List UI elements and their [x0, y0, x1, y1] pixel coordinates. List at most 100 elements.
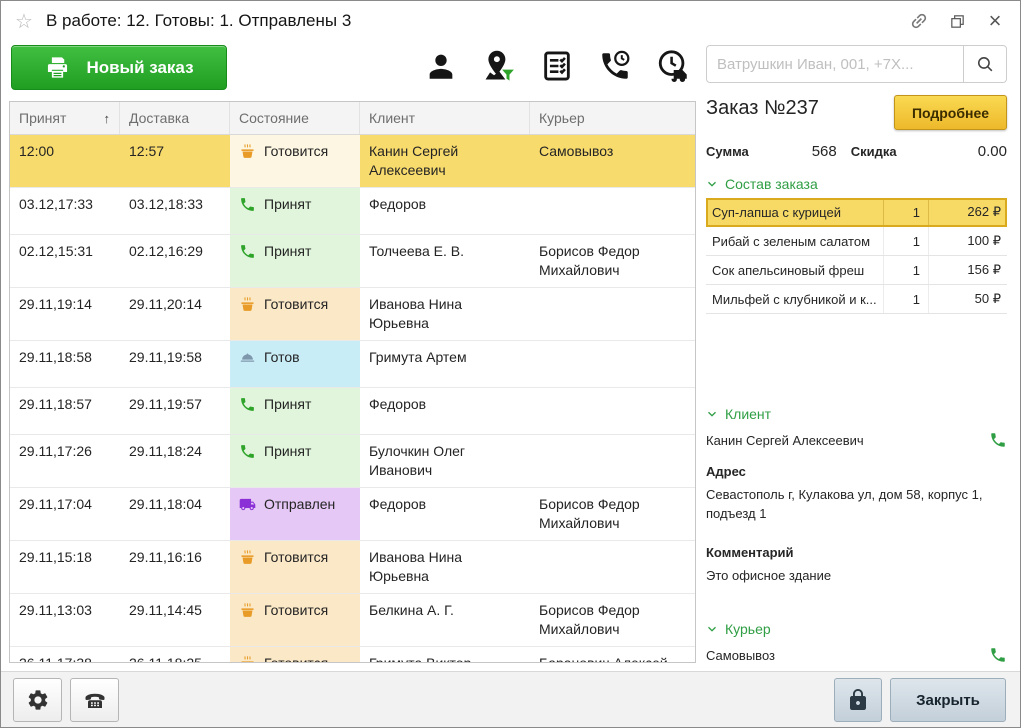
cell-delivery-time: 26.11,18:25 — [120, 647, 230, 663]
status-label: Готовится — [264, 142, 328, 161]
table-row[interactable]: 29.11,17:0429.11,18:04ОтправленФедоровБо… — [10, 488, 695, 541]
order-items-section-header[interactable]: Состав заказа — [706, 176, 1007, 192]
cell-status: Готовится — [230, 288, 360, 340]
cell-accepted-time: 29.11,15:18 — [10, 541, 120, 593]
window-controls: × — [908, 10, 1006, 32]
cell-courier: Борисов Федор Михайлович — [530, 488, 695, 540]
table-row[interactable]: 29.11,15:1829.11,16:16ГотовитсяИванова Н… — [10, 541, 695, 594]
column-header-accepted[interactable]: Принят ↑ — [10, 102, 120, 134]
courier-person-icon[interactable] — [422, 47, 460, 85]
status-label: Принят — [264, 242, 311, 261]
column-header-client[interactable]: Клиент — [360, 102, 530, 134]
cell-status: Принят — [230, 388, 360, 434]
column-header-delivery[interactable]: Доставка — [120, 102, 230, 134]
table-row[interactable]: 03.12,17:3303.12,18:33ПринятФедоров — [10, 188, 695, 235]
status-label: Готовится — [264, 601, 328, 620]
accepted-status-icon — [239, 196, 256, 213]
cell-courier — [530, 188, 695, 234]
orders-checklist-icon[interactable] — [538, 47, 576, 85]
cell-courier — [530, 288, 695, 340]
table-row[interactable]: 29.11,17:2629.11,18:24ПринятБулочкин Оле… — [10, 435, 695, 488]
ready-status-icon — [239, 349, 256, 366]
call-history-icon[interactable] — [596, 47, 634, 85]
cell-status: Принят — [230, 435, 360, 487]
item-quantity: 1 — [883, 198, 929, 226]
search-bar — [706, 45, 1007, 83]
delivery-time-icon[interactable] — [654, 47, 692, 85]
cell-status: Принят — [230, 188, 360, 234]
client-header-label: Клиент — [725, 406, 771, 422]
item-name: Суп-лапша с курицей — [712, 205, 883, 220]
cell-client: Федоров — [360, 488, 530, 540]
table-row[interactable]: 29.11,18:5729.11,19:57ПринятФедоров — [10, 388, 695, 435]
order-item-row[interactable]: Сок апельсиновый фреш1156 ₽ — [706, 256, 1007, 285]
status-label: Готовится — [264, 654, 328, 663]
printer-icon — [44, 54, 71, 81]
cell-client: Иванова Нина Юрьевна — [360, 541, 530, 593]
cell-accepted-time: 29.11,18:57 — [10, 388, 120, 434]
cell-status: Принят — [230, 235, 360, 287]
order-items-header-label: Состав заказа — [725, 176, 818, 192]
table-row[interactable]: 02.12,15:3102.12,16:29ПринятТолчеева Е. … — [10, 235, 695, 288]
cell-delivery-time: 29.11,19:58 — [120, 341, 230, 387]
client-name: Канин Сергей Алексеевич — [706, 433, 864, 448]
item-price: 50 ₽ — [929, 291, 1001, 307]
courier-row: Самовывоз — [706, 645, 1007, 665]
table-row[interactable]: 29.11,19:1429.11,20:14ГотовитсяИванова Н… — [10, 288, 695, 341]
search-input[interactable] — [706, 45, 964, 83]
settings-button[interactable] — [13, 678, 62, 722]
cell-status: Отправлен — [230, 488, 360, 540]
order-item-row[interactable]: Рибай с зеленым салатом1100 ₽ — [706, 227, 1007, 256]
delivery-map-icon[interactable] — [480, 47, 518, 85]
window-title: В работе: 12. Готовы: 1. Отправлены 3 — [46, 11, 351, 31]
close-window-icon[interactable]: × — [984, 10, 1006, 32]
item-quantity: 1 — [883, 227, 929, 255]
table-row[interactable]: 29.11,18:5829.11,19:58ГотовГримута Артем — [10, 341, 695, 388]
order-item-row[interactable]: Мильфей с клубникой и к...150 ₽ — [706, 285, 1007, 314]
window-titlebar: ☆ В работе: 12. Готовы: 1. Отправлены 3 … — [1, 1, 1020, 41]
item-quantity: 1 — [883, 256, 929, 284]
item-price: 262 ₽ — [929, 204, 1001, 220]
cell-status: Готовится — [230, 647, 360, 663]
desk-phone-icon — [83, 688, 107, 712]
client-section-header[interactable]: Клиент — [706, 406, 1007, 422]
restore-window-icon[interactable] — [946, 10, 968, 32]
discount-value: 0.00 — [897, 143, 1007, 160]
courier-header-label: Курьер — [725, 621, 771, 637]
status-label: Принят — [264, 395, 311, 414]
get-link-icon[interactable] — [908, 10, 930, 32]
favorite-star-icon[interactable]: ☆ — [15, 9, 33, 34]
lock-button[interactable] — [834, 678, 882, 722]
cell-client: Булочкин Олег Иванович — [360, 435, 530, 487]
cell-status: Готовится — [230, 594, 360, 646]
table-row[interactable]: 26.11,17:3826.11,18:25ГотовитсяГримута В… — [10, 647, 695, 663]
details-button[interactable]: Подробнее — [894, 95, 1007, 130]
new-order-button[interactable]: Новый заказ — [11, 45, 227, 90]
courier-section-header[interactable]: Курьер — [706, 621, 1007, 637]
order-details-panel: Заказ №237 Подробнее Сумма 568 Скидка 0.… — [706, 45, 1007, 665]
lock-icon — [846, 688, 870, 712]
call-client-icon[interactable] — [989, 431, 1007, 449]
cell-delivery-time: 29.11,20:14 — [120, 288, 230, 340]
search-button[interactable] — [964, 45, 1007, 83]
call-courier-icon[interactable] — [989, 646, 1007, 664]
discount-label: Скидка — [851, 144, 897, 159]
cell-delivery-time: 29.11,14:45 — [120, 594, 230, 646]
cell-accepted-time: 29.11,17:26 — [10, 435, 120, 487]
telephony-button[interactable] — [70, 678, 119, 722]
column-header-status[interactable]: Состояние — [230, 102, 360, 134]
sum-value: 568 — [749, 143, 837, 160]
order-item-row[interactable]: Суп-лапша с курицей1262 ₽ — [706, 198, 1007, 227]
cell-accepted-time: 29.11,13:03 — [10, 594, 120, 646]
new-order-label: Новый заказ — [86, 58, 193, 78]
accepted-status-icon — [239, 443, 256, 460]
courier-name: Самовывоз — [706, 648, 775, 663]
item-name: Мильфей с клубникой и к... — [712, 292, 883, 307]
close-button[interactable]: Закрыть — [890, 678, 1006, 722]
cell-delivery-time: 02.12,16:29 — [120, 235, 230, 287]
table-row[interactable]: 29.11,13:0329.11,14:45ГотовитсяБелкина А… — [10, 594, 695, 647]
column-header-courier[interactable]: Курьер — [530, 102, 695, 134]
cell-delivery-time: 29.11,19:57 — [120, 388, 230, 434]
cell-accepted-time: 26.11,17:38 — [10, 647, 120, 663]
table-row[interactable]: 12:0012:57ГотовитсяКанин Сергей Алексеев… — [10, 135, 695, 188]
